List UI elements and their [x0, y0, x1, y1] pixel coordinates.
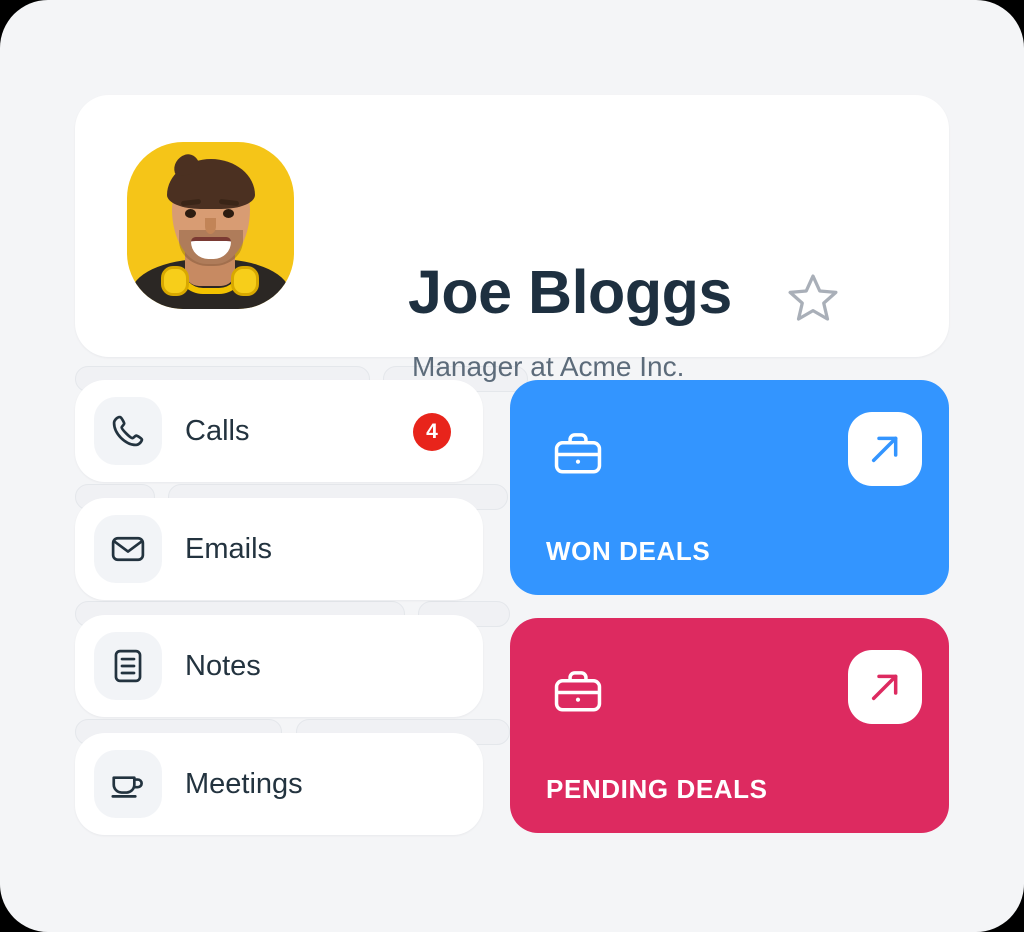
- profile-card: Joe Bloggs Manager at Acme Inc.: [75, 95, 949, 381]
- sidebar-item-meetings[interactable]: Meetings: [75, 733, 483, 835]
- star-outline-icon[interactable]: [785, 270, 841, 326]
- coffee-cup-icon: [94, 750, 162, 818]
- briefcase-icon: [550, 426, 606, 482]
- sidebar-item-label: Meetings: [185, 767, 303, 800]
- avatar: [127, 142, 294, 309]
- envelope-icon: [94, 515, 162, 583]
- card-won-deals[interactable]: WON DEALS: [510, 380, 949, 595]
- sidebar-item-label: Calls: [185, 414, 250, 447]
- open-pending-deals-button[interactable]: [848, 650, 922, 724]
- open-won-deals-button[interactable]: [848, 412, 922, 486]
- status-badge: 4: [413, 413, 451, 451]
- page-title: Joe Bloggs: [408, 258, 732, 326]
- briefcase-icon: [550, 664, 606, 720]
- card-title: WON DEALS: [546, 536, 711, 566]
- sidebar-item-label: Emails: [185, 532, 273, 565]
- phone-icon: [94, 397, 162, 465]
- sidebar-item-label: Notes: [185, 649, 261, 682]
- sidebar-item-emails[interactable]: Emails: [75, 498, 483, 600]
- app-root: Joe Bloggs Manager at Acme Inc. Calls 4 …: [0, 0, 1024, 932]
- card-pending-deals[interactable]: PENDING DEALS: [510, 618, 949, 833]
- document-icon: [94, 632, 162, 700]
- sidebar-item-notes[interactable]: Notes: [75, 615, 483, 717]
- sidebar-item-calls[interactable]: Calls 4: [75, 380, 483, 482]
- profile-subtitle: Manager at Acme Inc.: [412, 351, 685, 382]
- card-title: PENDING DEALS: [546, 774, 768, 804]
